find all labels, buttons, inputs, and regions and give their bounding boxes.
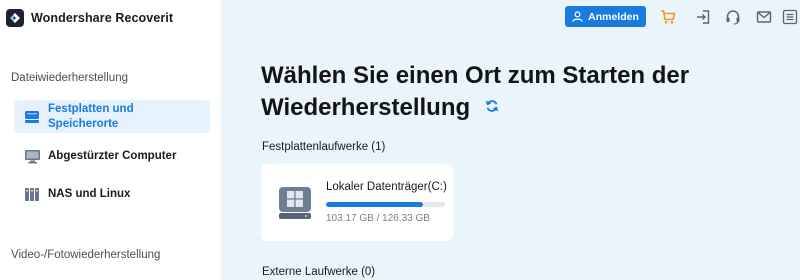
user-icon [572, 11, 583, 22]
section-label-file-recovery: Dateiwiederherstellung [11, 72, 128, 84]
sign-in-icon[interactable] [694, 8, 712, 26]
drive-usage-bar [326, 202, 445, 207]
menu-icon[interactable] [781, 8, 799, 26]
page-title: Wählen Sie einen Ort zum Starten der Wie… [261, 60, 691, 125]
recoverit-logo-icon [6, 9, 24, 27]
login-label: Anmelden [588, 10, 639, 23]
sidebar-item-label: NAS und Linux [48, 187, 131, 200]
nas-server-icon [22, 187, 42, 202]
app-title: Wondershare Recoverit [31, 11, 174, 25]
sidebar-item-drives-locations[interactable]: Festplatten und Speicherorte [14, 100, 210, 133]
monitor-icon [22, 149, 42, 164]
drive-usage-fill [326, 202, 424, 207]
sidebar: Wondershare Recoverit Dateiwiederherstel… [0, 0, 222, 280]
drives-section-header: Festplattenlaufwerke (1) [262, 141, 386, 153]
headset-icon[interactable] [724, 8, 742, 26]
sidebar-item-label: Festplatten und Speicherorte [48, 102, 134, 130]
cart-icon[interactable] [659, 8, 677, 26]
drive-card-c[interactable]: Lokaler Datenträger(C:) 103.17 GB / 126.… [261, 164, 453, 241]
windows-drive-icon [278, 186, 314, 225]
refresh-icon[interactable] [485, 90, 499, 122]
drive-usage-text: 103.17 GB / 126.33 GB [326, 213, 430, 224]
section-label-video-photo-recovery: Video-/Fotowiederherstellung [11, 249, 161, 261]
sidebar-item-label: Abgestürzter Computer [48, 149, 177, 162]
sidebar-item-nas-linux[interactable]: NAS und Linux [14, 184, 210, 204]
app-header: Wondershare Recoverit [6, 8, 173, 28]
external-drives-section-header: Externe Laufwerke (0) [262, 266, 376, 278]
sidebar-item-crashed-computer[interactable]: Abgestürzter Computer [14, 146, 210, 166]
mail-icon[interactable] [755, 8, 773, 26]
hard-drive-icon [22, 110, 42, 124]
login-button[interactable]: Anmelden [565, 6, 646, 27]
drive-name: Lokaler Datenträger(C:) [326, 181, 447, 193]
page-title-text: Wählen Sie einen Ort zum Starten der Wie… [261, 62, 690, 121]
